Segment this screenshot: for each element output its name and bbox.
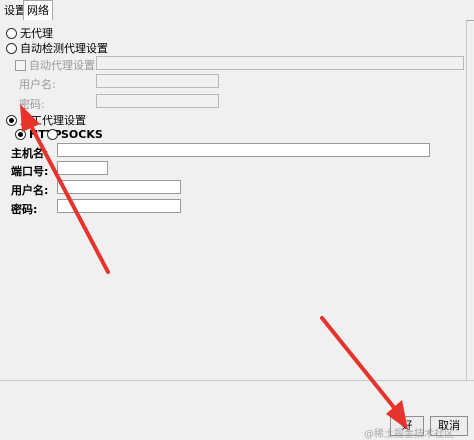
socks-label: SOCKS xyxy=(61,128,103,141)
auto-password-label: 密码: xyxy=(19,98,45,111)
auto-username-label: 用户名: xyxy=(19,78,56,91)
tab-network[interactable]: 网络 xyxy=(23,0,53,22)
network-settings-window: 设置 网络 无代理 自动检测代理设置 自动代理设置URL: 用户名: 密码: 人… xyxy=(0,0,474,440)
auto-detect-label: 自动检测代理设置 xyxy=(20,42,108,55)
auto-config-url-field[interactable] xyxy=(96,56,464,70)
username-label: 用户名: xyxy=(11,184,49,197)
manual-proxy-label: 人工代理设置 xyxy=(20,114,86,127)
watermark-text: @稀土掘金技术社区 xyxy=(364,429,454,440)
manual-proxy-radio[interactable] xyxy=(6,114,17,126)
auto-password-field[interactable] xyxy=(96,94,219,108)
network-panel: 无代理 自动检测代理设置 自动代理设置URL: 用户名: 密码: 人工代理设置 … xyxy=(0,20,467,380)
no-proxy-radio[interactable] xyxy=(6,27,17,39)
port-field[interactable] xyxy=(57,161,108,175)
port-label: 端口号: xyxy=(11,165,49,178)
password-label: 密码: xyxy=(11,203,38,216)
auto-username-field[interactable] xyxy=(96,74,219,88)
username-field[interactable] xyxy=(57,180,181,194)
manual-proxy-option[interactable]: 人工代理设置 xyxy=(6,112,86,128)
auto-detect-radio[interactable] xyxy=(6,42,17,54)
no-proxy-option[interactable]: 无代理 xyxy=(6,25,53,41)
auto-detect-option[interactable]: 自动检测代理设置 xyxy=(6,40,108,56)
auto-config-url-checkbox[interactable] xyxy=(15,59,26,71)
socks-radio[interactable] xyxy=(47,129,58,140)
no-proxy-label: 无代理 xyxy=(20,27,53,40)
host-field[interactable] xyxy=(57,143,430,157)
password-field[interactable] xyxy=(57,199,181,213)
http-radio[interactable] xyxy=(15,129,26,140)
tab-bar: 设置 网络 xyxy=(0,0,474,22)
footer-divider xyxy=(0,380,474,381)
socks-option[interactable]: SOCKS xyxy=(47,128,103,141)
host-label: 主机名: xyxy=(11,147,49,160)
